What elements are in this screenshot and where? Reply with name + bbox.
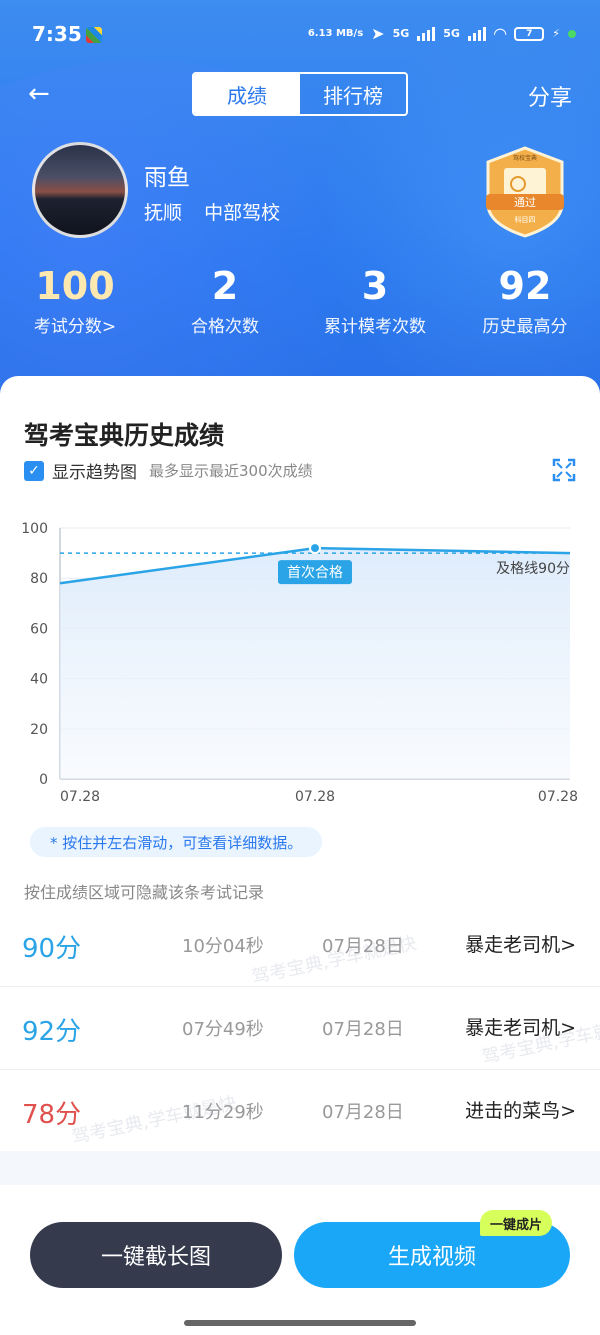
record-score: 90分 bbox=[22, 934, 82, 964]
user-city: 抚顺 bbox=[144, 202, 183, 224]
badge-text: 通过 bbox=[514, 196, 536, 209]
x-tick-label: 07.28 bbox=[538, 789, 578, 805]
hide-record-note: 按住成绩区域可隐藏该条考试记录 bbox=[24, 883, 265, 902]
status-icons: 6.13 MB/s ➤ 5G 5G ◠ 7 ⚡ bbox=[308, 24, 576, 43]
history-card: 驾考宝典历史成绩 ✓ 显示趋势图 最多显示最近300次成绩 0 20 40 60 80 1… bbox=[0, 376, 600, 1335]
record-duration: 10分04秒 bbox=[182, 936, 264, 957]
signal2-icon bbox=[467, 26, 486, 41]
net2-label: 5G bbox=[443, 27, 460, 40]
record-duration: 11分29秒 bbox=[182, 1102, 264, 1123]
record-list: 90分 10分04秒 07月28日 暴走老司机> 92分 07分49秒 07月2… bbox=[0, 904, 600, 1153]
history-title: 驾考宝典历史成绩 bbox=[24, 421, 225, 450]
badge-top-text: 驾校宝典 bbox=[513, 154, 537, 162]
status-time: 7:35 bbox=[32, 22, 82, 46]
user-school: 中部驾校 bbox=[204, 202, 281, 224]
record-row[interactable]: 90分 10分04秒 07月28日 暴走老司机> bbox=[0, 904, 600, 987]
net-speed: 6.13 MB/s bbox=[307, 28, 364, 39]
status-bar: 7:35 6.13 MB/s ➤ 5G 5G ◠ 7 ⚡ bbox=[0, 0, 600, 70]
app-notification-icon bbox=[86, 27, 102, 43]
swipe-tip: * 按住并左右滑动，可查看详细数据。 bbox=[30, 827, 323, 857]
stat-value: 92 bbox=[498, 264, 552, 308]
tab-ranking[interactable]: 排行榜 bbox=[300, 74, 406, 114]
back-arrow-icon[interactable]: ← bbox=[28, 81, 50, 107]
home-indicator[interactable] bbox=[184, 1320, 416, 1326]
x-tick-label: 07.28 bbox=[295, 789, 335, 805]
stat-label: 合格次数 bbox=[191, 317, 259, 337]
list-footer bbox=[0, 1151, 600, 1185]
record-title[interactable]: 进击的菜鸟> bbox=[465, 1096, 576, 1123]
record-score: 92分 bbox=[22, 1017, 82, 1047]
stat-label: 累计模考次数 bbox=[324, 317, 426, 337]
y-tick-label: 40 bbox=[30, 672, 48, 688]
stats-row: 100 考试分数> 2 合格次数 3 累计模考次数 92 历史最高分 bbox=[0, 262, 600, 342]
hero-header: 7:35 6.13 MB/s ➤ 5G 5G ◠ 7 ⚡ ← 成绩 排行榜 分享… bbox=[0, 0, 600, 430]
stat-exam-score[interactable]: 100 考试分数> bbox=[0, 262, 150, 342]
top-nav: ← 成绩 排行榜 分享 bbox=[0, 72, 600, 116]
stat-label: 历史最高分 bbox=[482, 317, 568, 337]
stat-value: 2 bbox=[211, 264, 239, 308]
first-pass-label: 首次合格 bbox=[287, 565, 343, 581]
y-tick-label: 60 bbox=[30, 621, 48, 637]
record-row[interactable]: 92分 07分49秒 07月28日 暴走老司机> bbox=[0, 987, 600, 1070]
score-trend-chart[interactable]: 0 20 40 60 80 100 及格线90分 首次合格 07.28 07.28 07.28 bbox=[0, 511, 600, 811]
record-title[interactable]: 暴走老司机> bbox=[465, 930, 576, 957]
stat-pass-count: 2 合格次数 bbox=[150, 262, 300, 342]
net1-label: 5G bbox=[392, 27, 410, 40]
screenshot-button[interactable]: 一键截长图 bbox=[30, 1222, 282, 1288]
y-tick-label: 20 bbox=[30, 722, 48, 738]
signal1-icon bbox=[417, 26, 436, 41]
stat-value: 3 bbox=[361, 264, 389, 308]
record-score: 78分 bbox=[22, 1100, 82, 1130]
trend-toggle[interactable]: ✓ 显示趋势图 最多显示最近300次成绩 bbox=[24, 458, 313, 483]
data-point bbox=[309, 542, 321, 555]
pass-badge-icon[interactable]: 通过 科目四 驾校宝典 bbox=[482, 144, 568, 240]
record-date: 07月28日 bbox=[322, 936, 404, 957]
y-tick-label: 80 bbox=[30, 571, 48, 587]
fullscreen-icon[interactable] bbox=[552, 458, 576, 482]
tab-scores[interactable]: 成绩 bbox=[194, 74, 300, 114]
stat-total-mock: 3 累计模考次数 bbox=[300, 262, 450, 342]
trend-hint: 最多显示最近300次成绩 bbox=[149, 462, 313, 480]
share-button[interactable]: 分享 bbox=[528, 80, 572, 112]
privacy-dot-icon bbox=[568, 29, 576, 38]
record-row[interactable]: 78分 11分29秒 07月28日 进击的菜鸟> bbox=[0, 1070, 600, 1153]
record-title[interactable]: 暴走老司机> bbox=[465, 1013, 576, 1040]
trend-label: 显示趋势图 bbox=[52, 463, 137, 483]
stat-label: 考试分数> bbox=[33, 317, 117, 337]
badge-subtext: 科目四 bbox=[515, 215, 536, 224]
y-tick-label: 100 bbox=[21, 521, 48, 537]
battery-icon: 7 bbox=[514, 26, 545, 41]
user-name: 雨鱼 bbox=[144, 165, 190, 191]
y-tick-label: 0 bbox=[39, 772, 48, 788]
location-arrow-icon: ➤ bbox=[371, 24, 385, 43]
charging-icon: ⚡ bbox=[552, 27, 560, 40]
record-date: 07月28日 bbox=[322, 1102, 404, 1123]
avatar[interactable] bbox=[32, 142, 128, 238]
pass-line-label: 及格线90分 bbox=[496, 561, 570, 577]
trend-checkbox[interactable]: ✓ bbox=[24, 460, 44, 481]
stat-best-score: 92 历史最高分 bbox=[450, 262, 600, 342]
stat-value: 100 bbox=[35, 264, 115, 308]
record-duration: 07分49秒 bbox=[182, 1019, 264, 1040]
record-date: 07月28日 bbox=[322, 1019, 404, 1040]
user-location: 抚顺 中部驾校 bbox=[144, 198, 296, 225]
profile-block: 雨鱼 抚顺 中部驾校 通过 科目四 驾校宝典 bbox=[32, 142, 592, 242]
video-tag-badge: 一键成片 bbox=[480, 1210, 553, 1236]
wifi-icon: ◠ bbox=[493, 24, 507, 43]
x-tick-label: 07.28 bbox=[60, 789, 100, 805]
battery-level: 7 bbox=[526, 28, 533, 39]
tab-switcher: 成绩 排行榜 bbox=[192, 72, 408, 116]
